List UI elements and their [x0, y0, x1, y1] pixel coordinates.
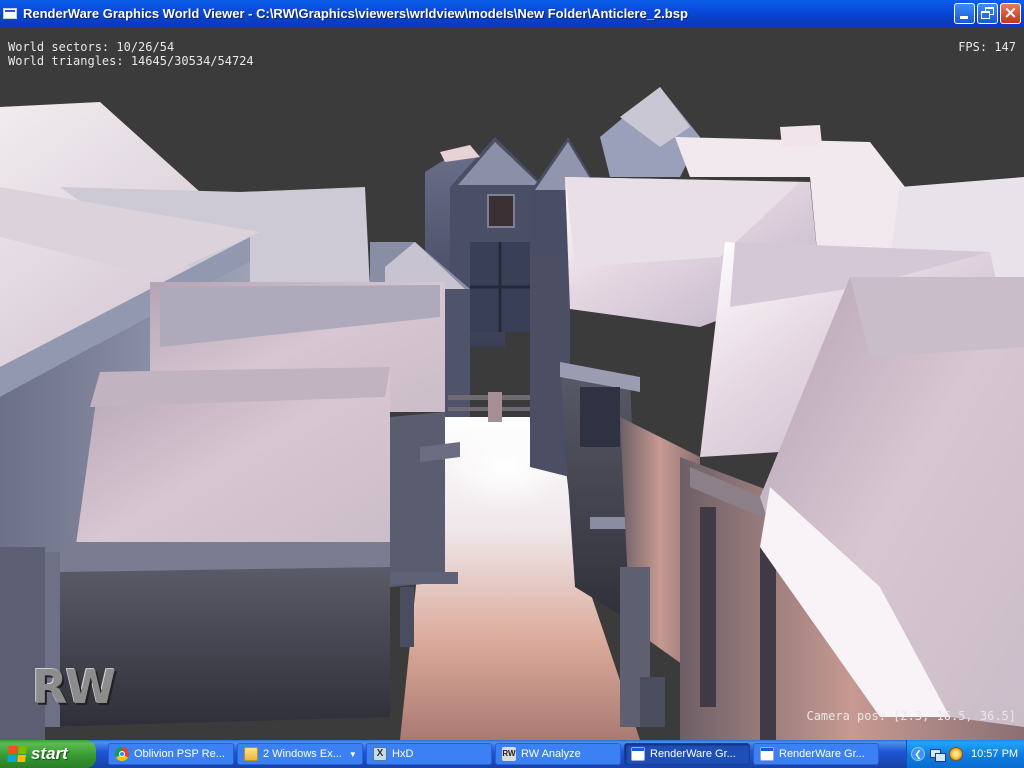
window-title: RenderWare Graphics World Viewer - C:\RW…	[23, 6, 688, 21]
app-window-icon[interactable]	[3, 8, 17, 19]
world-sectors-text: World sectors: 10/26/54	[8, 40, 175, 54]
close-button[interactable]: ×	[1000, 3, 1021, 24]
window-controls: ×	[954, 3, 1021, 24]
taskbar-item-label: Oblivion PSP Re...	[134, 748, 225, 760]
system-tray: ❮ 10:57 PM	[906, 740, 1024, 768]
windows-flag-icon	[7, 746, 27, 762]
start-label: start	[31, 744, 68, 763]
taskbar-item-label: RenderWare Gr...	[650, 748, 736, 760]
window-titlebar[interactable]: RenderWare Graphics World Viewer - C:\RW…	[0, 0, 1024, 27]
camera-position-readout: Camera pos: [2.3, 16.5, 36.5]	[806, 709, 1016, 723]
taskbar-item-renderware-2[interactable]: RenderWare Gr...	[753, 743, 879, 765]
taskbar-item-label: RW Analyze	[521, 748, 581, 760]
window-icon	[760, 747, 774, 761]
close-icon: ×	[1003, 3, 1018, 23]
taskbar-buttons: Oblivion PSP Re... 2 Windows Ex... ▼ HxD…	[108, 743, 879, 765]
window-icon	[631, 747, 645, 761]
chevron-down-icon: ▼	[348, 749, 357, 759]
hxd-icon	[373, 747, 387, 761]
world-viewport[interactable]: World sectors: 10/26/54 World triangles:…	[0, 27, 1024, 740]
world-stats-overlay: World sectors: 10/26/54 World triangles:…	[8, 40, 254, 68]
start-button[interactable]: start	[0, 740, 96, 768]
taskbar-item-oblivion-psp[interactable]: Oblivion PSP Re...	[108, 743, 234, 765]
network-icon[interactable]	[929, 747, 946, 762]
folder-icon	[244, 747, 258, 761]
taskbar-item-hxd[interactable]: HxD	[366, 743, 492, 765]
taskbar-item-windows-explorer[interactable]: 2 Windows Ex... ▼	[237, 743, 363, 765]
taskbar-item-renderware-1[interactable]: RenderWare Gr...	[624, 743, 750, 765]
rendered-scene	[0, 27, 1024, 740]
renderware-logo: RW	[32, 660, 116, 714]
chrome-icon	[115, 747, 129, 761]
show-hidden-icons-icon[interactable]: ❮	[911, 747, 925, 761]
clock[interactable]: 10:57 PM	[971, 748, 1018, 760]
taskbar: start Oblivion PSP Re... 2 Windows Ex...…	[0, 740, 1024, 768]
rw-icon: RW	[502, 747, 516, 761]
taskbar-item-label: 2 Windows Ex...	[263, 748, 342, 760]
minimize-icon	[960, 16, 968, 19]
world-triangles-text: World triangles: 14645/30534/54724	[8, 54, 254, 68]
restore-button[interactable]	[977, 3, 998, 24]
taskbar-item-rw-analyze[interactable]: RW RW Analyze	[495, 743, 621, 765]
restore-icon-front	[981, 11, 990, 19]
taskbar-item-label: HxD	[392, 748, 414, 760]
taskbar-item-label: RenderWare Gr...	[779, 748, 865, 760]
tray-app-icon[interactable]	[949, 747, 963, 761]
minimize-button[interactable]	[954, 3, 975, 24]
fps-counter: FPS: 147	[958, 40, 1016, 54]
